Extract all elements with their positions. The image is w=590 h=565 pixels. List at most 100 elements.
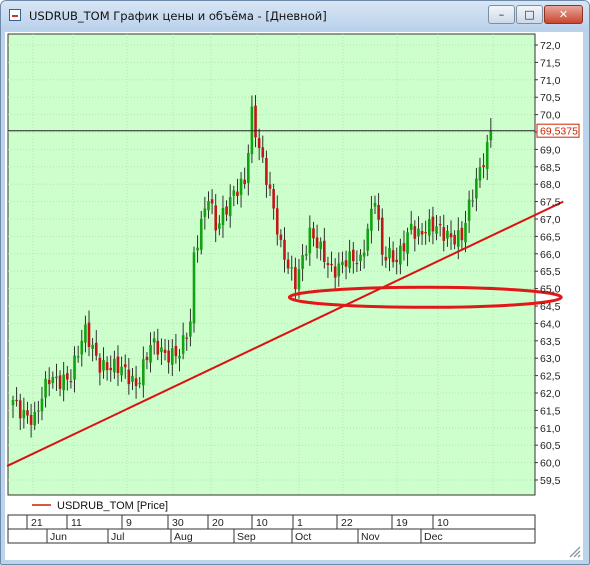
- candle-body: [228, 197, 232, 217]
- candle-body: [236, 191, 239, 197]
- candle-body: [348, 251, 351, 269]
- candle-body: [221, 207, 225, 226]
- candle-body: [261, 147, 265, 158]
- candle-body: [47, 379, 51, 385]
- month-tick-label: Oct: [295, 531, 311, 543]
- window-title: USDRUB_TOM График цены и объёма - [Дневн…: [29, 9, 327, 23]
- candle-body: [406, 232, 409, 254]
- candle-body: [319, 241, 322, 249]
- candle-body: [69, 381, 73, 383]
- candle-body: [210, 199, 214, 204]
- minimize-button[interactable]: –: [488, 5, 515, 24]
- candle-body: [62, 374, 65, 391]
- candle-body: [178, 355, 181, 359]
- candle-body: [203, 208, 207, 217]
- candle-body: [337, 263, 341, 277]
- candle-body: [344, 260, 348, 267]
- candle-body: [18, 400, 22, 419]
- candle-body: [366, 228, 370, 251]
- price-tick-label: 63,0: [540, 353, 561, 365]
- candle-body: [40, 398, 44, 412]
- candle-body: [471, 200, 475, 202]
- candle-body: [170, 348, 174, 365]
- candle-body: [301, 255, 304, 269]
- candle-body: [196, 247, 199, 251]
- candle-body: [123, 364, 127, 368]
- month-tick-label: Jul: [111, 531, 124, 543]
- price-tick-label: 66,0: [540, 249, 561, 261]
- candle-body: [417, 228, 420, 237]
- candle-body: [22, 409, 26, 419]
- candle-body: [218, 223, 221, 229]
- candle-body: [355, 262, 359, 265]
- candle-body: [127, 369, 131, 385]
- price-tick-label: 64,5: [540, 301, 561, 313]
- candle-body: [395, 259, 399, 263]
- candle-body: [163, 349, 167, 353]
- day-tick-label: 9: [126, 517, 132, 529]
- candle-body: [460, 227, 464, 241]
- maximize-button[interactable]: □: [516, 5, 543, 24]
- candle-body: [399, 245, 402, 265]
- candle-body: [243, 179, 246, 185]
- resize-grip-icon[interactable]: [569, 546, 581, 558]
- candle-body: [199, 218, 203, 250]
- month-tick-label: Aug: [174, 531, 193, 543]
- day-tick-label: 1: [297, 517, 303, 529]
- month-tick-label: Sep: [237, 531, 256, 543]
- candle-body: [55, 376, 58, 379]
- title-bar[interactable]: USDRUB_TOM График цены и объёма - [Дневн…: [1, 1, 589, 31]
- candle-body: [51, 376, 55, 384]
- legend-label: USDRUB_TOM [Price]: [57, 500, 168, 512]
- candle-body: [297, 269, 301, 290]
- candle-body: [94, 342, 98, 356]
- candle-body: [254, 105, 257, 138]
- app-icon: [9, 9, 21, 21]
- price-axis[interactable]: 72,071,571,070,570,069,569,068,568,067,5…: [535, 40, 561, 487]
- candle-body: [424, 232, 427, 234]
- candle-body: [362, 252, 366, 257]
- candle-body: [26, 410, 29, 416]
- candle-body: [142, 359, 145, 386]
- price-tick-label: 69,0: [540, 144, 561, 156]
- candle-body: [467, 199, 471, 221]
- price-tick-label: 71,0: [540, 75, 561, 87]
- candle-body: [113, 358, 116, 373]
- day-tick-label: 10: [437, 517, 449, 529]
- price-tick-label: 64,0: [540, 318, 561, 330]
- candle-body: [268, 184, 272, 189]
- price-tick-label: 72,0: [540, 40, 561, 52]
- candle-body: [449, 233, 453, 238]
- price-tick-label: 66,5: [540, 231, 561, 243]
- price-tick-label: 61,0: [540, 423, 561, 435]
- plot-area[interactable]: [7, 33, 536, 496]
- candle-body: [438, 223, 442, 226]
- chart-window: USDRUB_TOM График цены и объёма - [Дневн…: [0, 0, 590, 565]
- candle-body: [435, 226, 438, 234]
- candle-body: [485, 142, 489, 169]
- candle-body: [464, 222, 467, 243]
- candle-body: [413, 226, 417, 239]
- candle-body: [283, 239, 286, 260]
- price-tick-label: 62,5: [540, 371, 561, 383]
- close-button[interactable]: ✕: [544, 5, 583, 24]
- price-tick-label: 70,0: [540, 110, 561, 122]
- candle-body: [315, 237, 319, 248]
- candle-body: [29, 414, 33, 425]
- day-tick-label: 21: [31, 517, 43, 529]
- candle-body: [377, 205, 380, 220]
- candle-body: [138, 382, 141, 385]
- candle-body: [105, 362, 109, 371]
- candle-body: [478, 167, 482, 181]
- candle-body: [370, 208, 373, 231]
- candle-body: [489, 130, 493, 141]
- month-tick-label: Jun: [50, 531, 67, 543]
- candle-body: [359, 254, 362, 262]
- candle-body: [192, 252, 196, 324]
- month-tick-label: Dec: [424, 531, 443, 543]
- candle-body: [149, 344, 152, 363]
- price-tick-label: 65,5: [540, 266, 561, 278]
- price-tick-label: 59,5: [540, 475, 561, 487]
- candle-body: [207, 201, 210, 211]
- price-chart[interactable]: 72,071,571,070,570,069,569,068,568,067,5…: [5, 32, 583, 560]
